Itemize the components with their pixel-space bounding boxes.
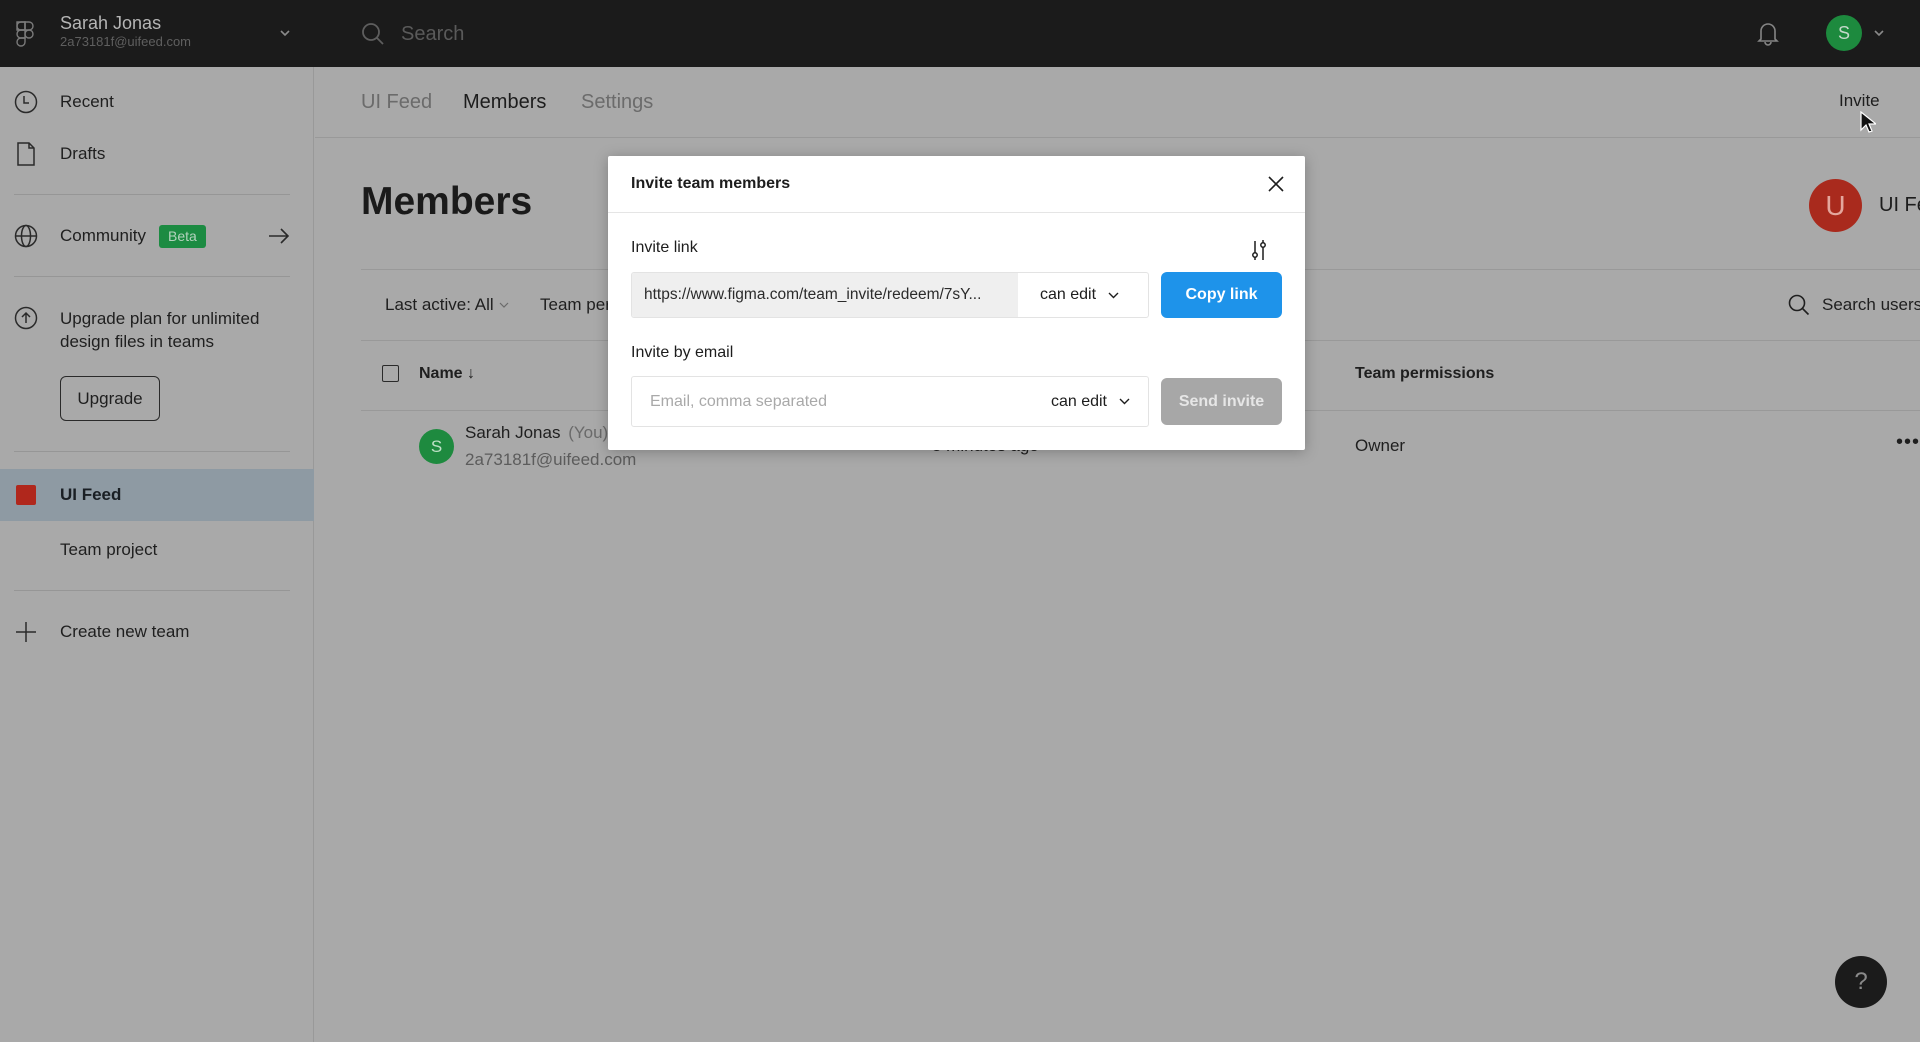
sidebar-item-label: Recent <box>60 92 114 111</box>
sidebar: Recent Drafts Community Beta Upgrade pla… <box>0 67 314 1042</box>
member-name: Sarah Jonas (You) <box>465 423 609 442</box>
upgrade-button[interactable]: Upgrade <box>60 376 160 421</box>
search-users[interactable]: Search users <box>1787 293 1920 317</box>
tab-settings[interactable]: Settings <box>581 91 653 114</box>
page-title: Members <box>361 180 533 223</box>
invite-button[interactable]: Invite <box>1839 91 1880 111</box>
chevron-down-icon <box>1119 398 1130 405</box>
beta-badge: Beta <box>159 224 206 248</box>
invite-link-label: Invite link <box>631 239 698 256</box>
dialog-title: Invite team members <box>631 175 791 192</box>
help-button[interactable]: ? <box>1835 956 1887 1008</box>
account-email: 2a73181f@uifeed.com <box>60 34 192 49</box>
file-icon <box>13 141 39 167</box>
filter-label: Last active: All <box>385 295 494 314</box>
chevron-down-icon <box>1108 292 1119 298</box>
tab-ui-feed[interactable]: UI Feed <box>361 91 432 114</box>
invite-dialog: Invite team members Invite link https://… <box>608 156 1305 450</box>
sidebar-item-label: Create new team <box>60 622 190 641</box>
mouse-cursor-icon <box>1860 111 1876 133</box>
top-bar: Sarah Jonas 2a73181f@uifeed.com Search S <box>0 0 1920 67</box>
notification-bell-icon[interactable] <box>1756 20 1780 46</box>
sidebar-item-drafts[interactable]: Drafts <box>0 132 314 176</box>
chevron-down-icon[interactable] <box>278 26 292 40</box>
search-input[interactable]: Search <box>401 23 464 46</box>
invite-by-email-label: Invite by email <box>631 344 734 361</box>
sidebar-item-label: Drafts <box>60 144 106 163</box>
avatar: S <box>419 429 454 464</box>
invite-email-field: can edit <box>631 376 1149 427</box>
global-search[interactable]: Search <box>360 20 464 48</box>
divider <box>14 451 290 452</box>
sidebar-item-team-project[interactable]: Team project <box>0 528 314 572</box>
link-permission-dropdown[interactable]: can edit <box>1018 273 1119 317</box>
column-header-name[interactable]: Name ↓ <box>419 365 475 383</box>
email-input[interactable] <box>650 392 1010 411</box>
sidebar-item-label: Team project <box>60 540 158 559</box>
team-name: UI Feed <box>1879 194 1920 216</box>
team-avatar: U <box>1809 179 1862 232</box>
globe-icon <box>13 223 39 249</box>
sidebar-item-community[interactable]: Community Beta <box>0 214 314 258</box>
upgrade-arrow-icon <box>13 305 39 331</box>
divider <box>14 194 290 195</box>
column-header-team-permissions[interactable]: Team permissions <box>1355 365 1494 383</box>
divider <box>14 590 290 591</box>
sidebar-item-label: Community <box>60 226 146 245</box>
member-email: 2a73181f@uifeed.com <box>465 450 637 469</box>
team-chip: U UI Feed <box>1809 179 1920 232</box>
search-icon <box>1788 294 1810 316</box>
copy-link-button[interactable]: Copy link <box>1161 272 1282 318</box>
email-permission-dropdown[interactable]: can edit <box>1051 393 1130 411</box>
tab-bar: UI Feed Members Settings Invite <box>315 67 1920 138</box>
more-options-icon[interactable]: ••• <box>1896 431 1920 454</box>
search-icon <box>362 23 384 45</box>
clock-icon <box>13 89 39 115</box>
create-new-team-button[interactable]: Create new team <box>0 610 314 654</box>
plus-icon <box>13 619 39 645</box>
filter-last-active[interactable]: Last active: All <box>385 295 509 315</box>
sidebar-item-team-ui-feed[interactable]: UI Feed <box>0 469 314 521</box>
select-all-checkbox[interactable] <box>382 365 399 382</box>
member-permission[interactable]: Owner <box>1355 436 1405 456</box>
invite-link-field: https://www.figma.com/team_invite/redeem… <box>631 272 1149 318</box>
tab-members[interactable]: Members <box>463 91 546 114</box>
sidebar-item-recent[interactable]: Recent <box>0 80 314 124</box>
figma-logo-icon[interactable] <box>14 20 36 48</box>
send-invite-button[interactable]: Send invite <box>1161 378 1282 425</box>
divider <box>14 276 290 277</box>
team-color-swatch <box>16 485 36 505</box>
account-name: Sarah Jonas <box>60 13 162 33</box>
sidebar-item-label: UI Feed <box>60 485 122 504</box>
account-switcher[interactable]: Sarah Jonas 2a73181f@uifeed.com <box>60 12 191 50</box>
upgrade-promo-text: Upgrade plan for unlimited design files … <box>60 309 260 351</box>
sort-arrow-icon: ↓ <box>467 365 476 382</box>
sliders-settings-icon[interactable] <box>1248 238 1270 262</box>
arrow-right-icon <box>269 228 290 244</box>
you-label: (You) <box>568 423 609 442</box>
invite-link-url[interactable]: https://www.figma.com/team_invite/redeem… <box>632 273 1018 317</box>
chevron-down-icon <box>499 302 509 308</box>
user-avatar[interactable]: S <box>1826 15 1862 51</box>
close-icon[interactable] <box>1266 174 1286 194</box>
chevron-down-icon[interactable] <box>1873 27 1885 39</box>
search-users-input[interactable]: Search users <box>1822 295 1920 315</box>
dialog-header: Invite team members <box>608 156 1305 213</box>
